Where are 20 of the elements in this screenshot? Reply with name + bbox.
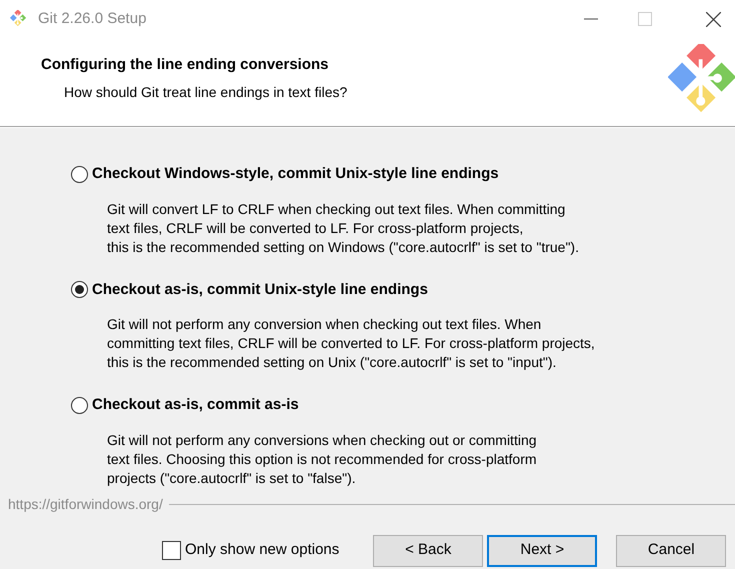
dialog-button[interactable]: Next > bbox=[487, 534, 598, 566]
option-description: Git will not perform any conversion when checking out text files. When committing text files, CRLF will be converted to LF. For cross-platform projects, this is the recommended setting on Unix ("core.autocrlf" is set to "input"). bbox=[106, 315, 596, 372]
page-heading: Configuring the line ending conversions bbox=[41, 55, 330, 75]
radio-button[interactable] bbox=[71, 281, 88, 298]
checkbox[interactable] bbox=[162, 541, 181, 560]
dialog-button[interactable]: Cancel bbox=[616, 534, 726, 566]
option-description: Git will convert LF to CRLF when checking out text files. When committing text files, CRLF will be converted to LF. For cross-platform projects, this is the recommended setting on Windows ("core.autocrlf" is set to "true"). bbox=[106, 200, 580, 256]
dialog-button[interactable]: < Back bbox=[373, 534, 484, 566]
radio-button[interactable] bbox=[71, 396, 88, 414]
git-logo-icon bbox=[10, 10, 28, 28]
close-icon[interactable] bbox=[706, 12, 721, 26]
window-title: Git 2.26.0 Setup bbox=[38, 8, 146, 29]
only-new-options-checkbox[interactable]: Only show new options bbox=[162, 539, 340, 562]
minimize-icon[interactable] bbox=[584, 18, 598, 20]
option-description: Git will not perform any conversions when checking out or committing text files. Choosing this option is not recommended for cross-platform projects ("core.autocrlf" is set to "false"). bbox=[106, 430, 538, 488]
radio-button[interactable] bbox=[71, 166, 88, 183]
radio-option[interactable]: Checkout Windows-style, commit Unix-style line endings bbox=[71, 163, 735, 186]
radio-option[interactable]: Checkout as-is, commit as-is bbox=[71, 394, 735, 416]
page-subtitle: How should Git treat line endings in text files? bbox=[63, 82, 348, 102]
radio-option[interactable]: Checkout as-is, commit Unix-style line endings bbox=[71, 278, 735, 301]
